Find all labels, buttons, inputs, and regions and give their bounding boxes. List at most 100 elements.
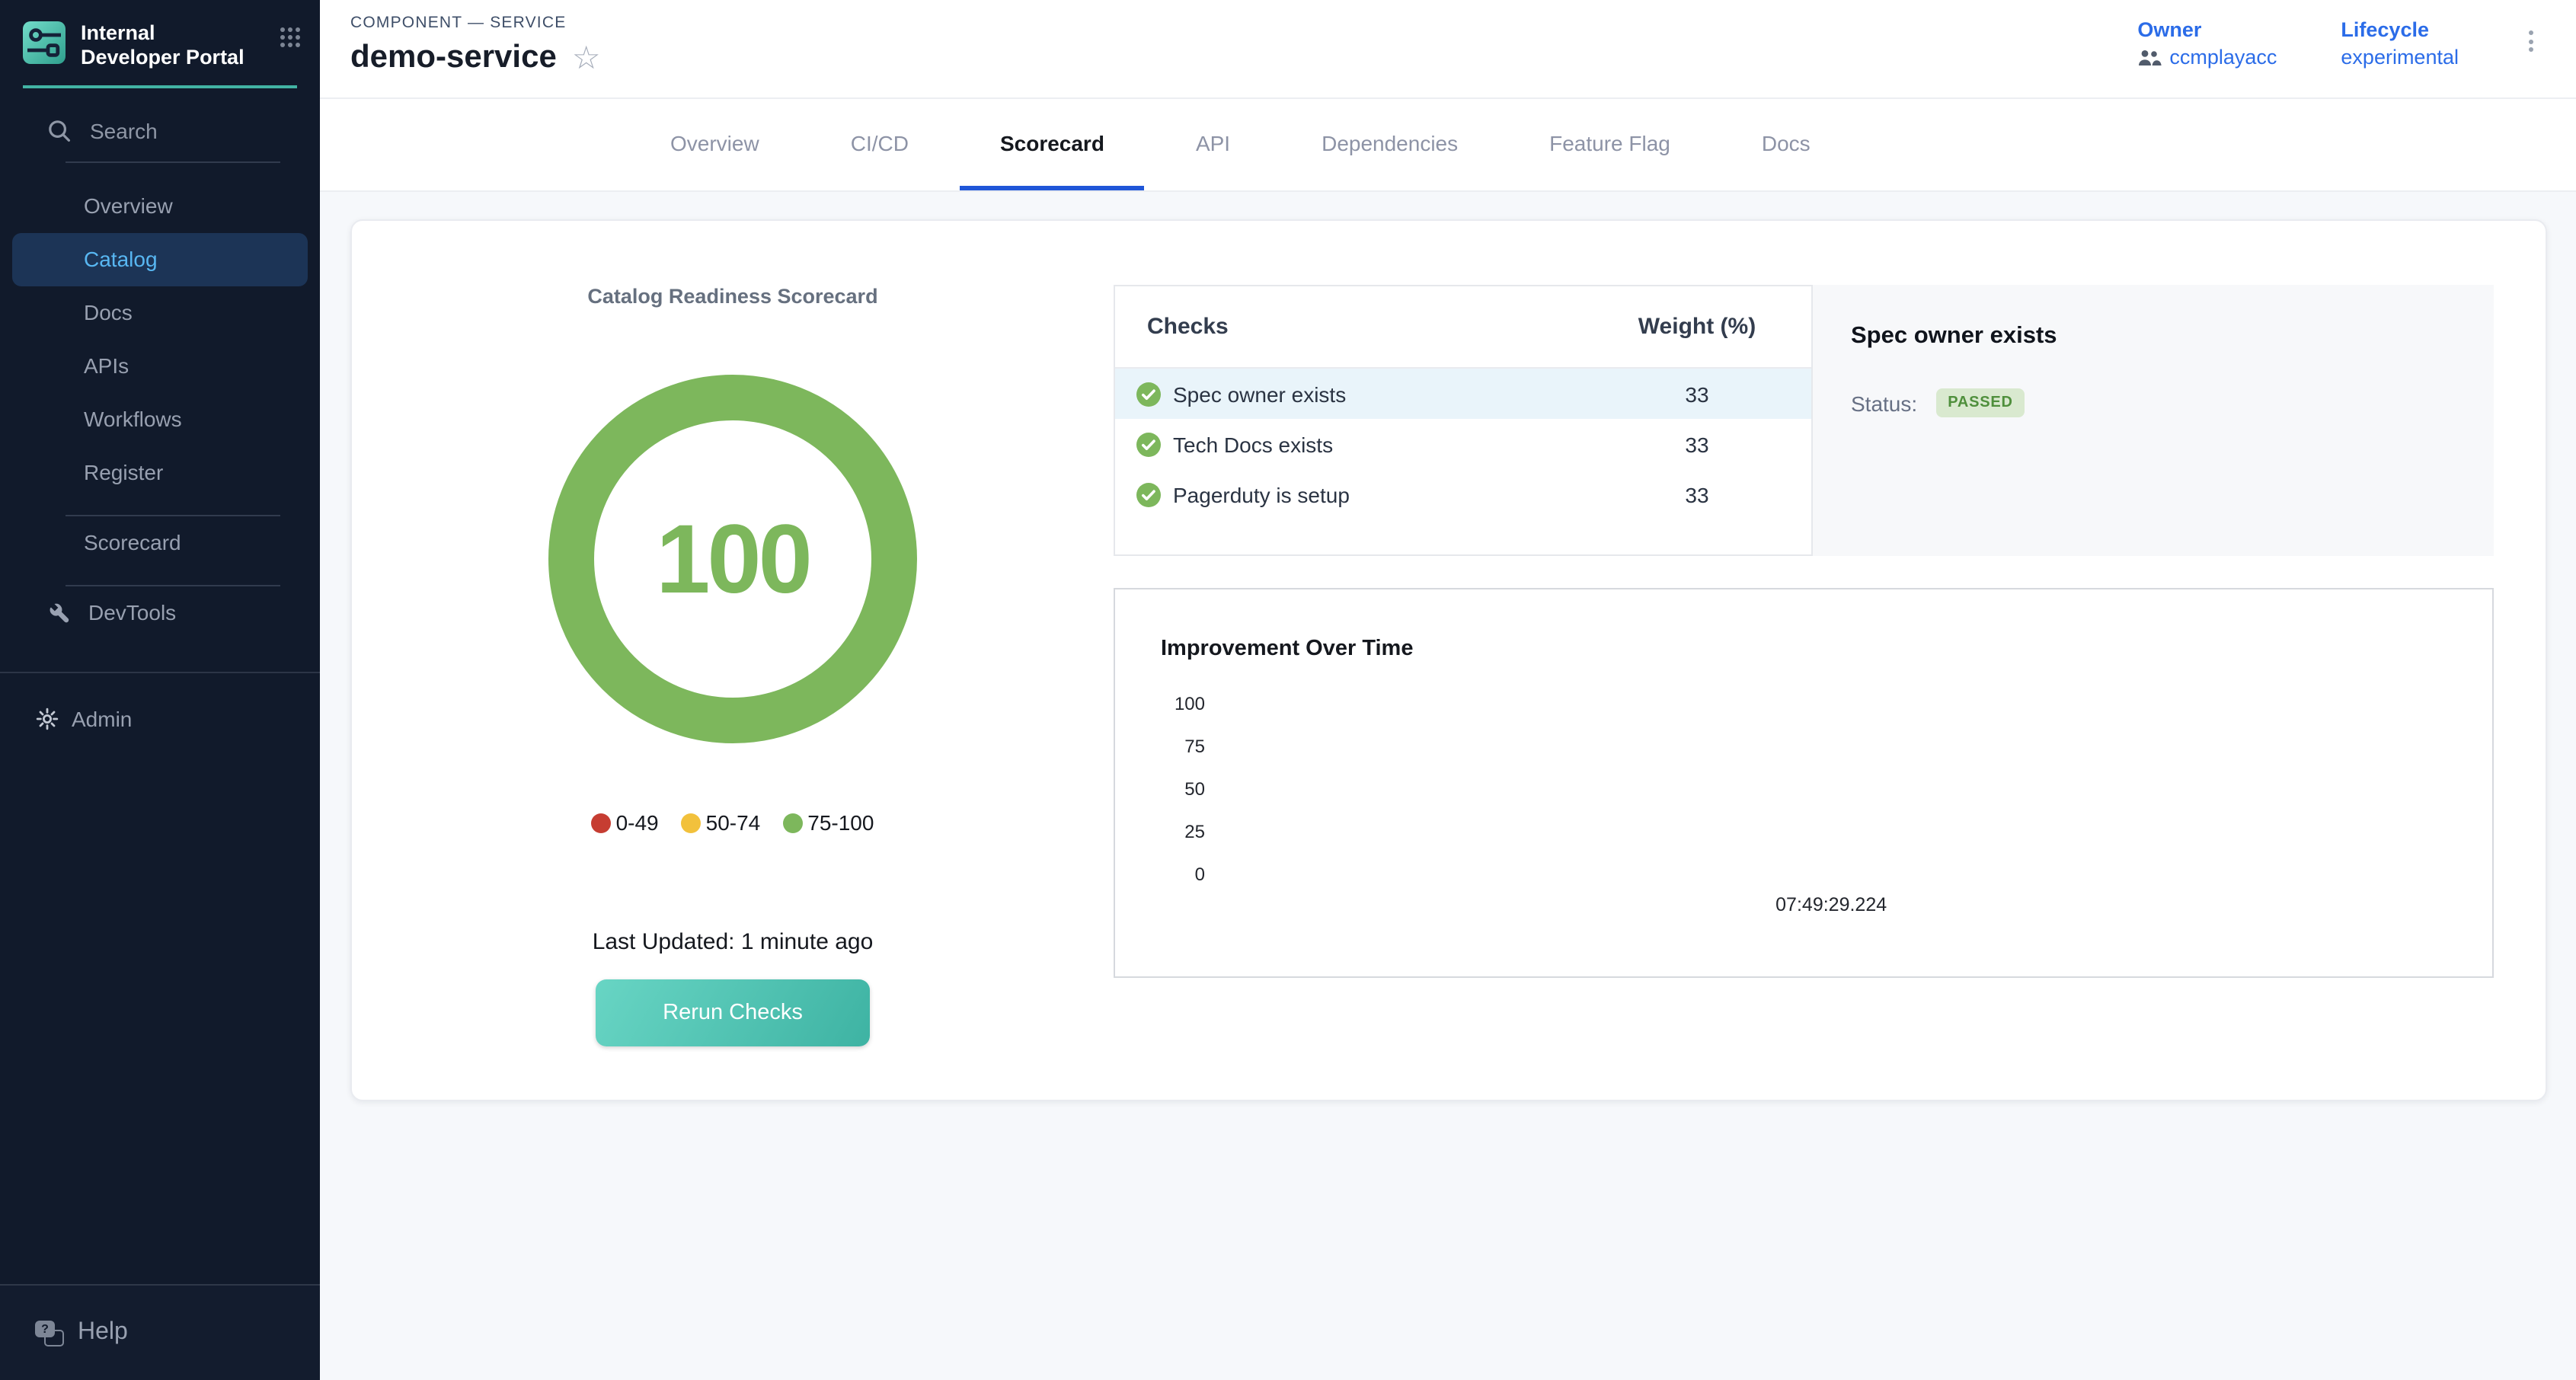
chart-y-axis: 100 75 50 25 0 [1115,682,1205,896]
sidebar-item-docs[interactable]: Docs [0,286,320,340]
last-updated-text: Last Updated: 1 minute ago [352,929,1114,955]
divider [0,672,320,673]
tab-label: API [1196,130,1230,155]
check-passed-icon [1136,382,1161,406]
sidebar-search[interactable]: Search [0,116,320,146]
help-icon: ? [35,1320,64,1346]
owner-label: Owner [2137,18,2277,41]
check-detail-title: Spec owner exists [1851,323,2494,350]
sidebar-help[interactable]: ? Help [0,1284,320,1380]
check-passed-icon [1136,482,1161,506]
sidebar-item-scorecard[interactable]: Scorecard [0,516,320,570]
tab-label: Feature Flag [1549,130,1670,155]
entity-tabs: Overview CI/CD Scorecard API Dependencie… [320,99,2576,192]
sidebar-item-label: Scorecard [84,531,181,555]
gauge-column: Catalog Readiness Scorecard 100 0-49 50-… [352,221,1114,1100]
legend-dot-red [592,813,612,832]
tab-docs[interactable]: Docs [1722,99,1850,190]
search-icon [47,119,72,143]
legend-item-low: 0-49 [592,810,659,835]
checks-column-header: Checks [1115,314,1583,340]
app-window: Internal Developer Portal Search Overvie… [0,0,2576,1380]
sidebar-item-register[interactable]: Register [0,446,320,500]
checks-column: Checks Weight (%) Spec owner exists 33 [1114,221,2546,1100]
check-detail-panel: Spec owner exists Status: PASSED [1813,285,2494,556]
legend-item-mid: 50-74 [682,810,761,835]
tab-label: Docs [1762,130,1811,155]
people-icon [2137,48,2162,66]
check-passed-icon [1136,432,1161,456]
table-row-tech-docs[interactable]: Tech Docs exists 33 [1115,419,1811,469]
sidebar-item-overview[interactable]: Overview [0,180,320,233]
sidebar-item-label: Admin [72,708,132,732]
legend-label: 0-49 [616,810,659,835]
tab-feature-flag[interactable]: Feature Flag [1510,99,1710,190]
breadcrumb: COMPONENT — SERVICE [350,14,600,32]
y-tick: 0 [1115,853,1205,896]
check-name: Tech Docs exists [1173,432,1583,456]
tab-label: CI/CD [851,130,909,155]
lifecycle-label: Lifecycle [2341,18,2459,41]
legend-label: 75-100 [807,810,874,835]
app-logo-row: Internal Developer Portal [0,0,320,72]
sidebar-item-label: Workflows [84,407,182,432]
tab-label: Scorecard [1000,130,1104,155]
favorite-star-icon[interactable]: ☆ [572,42,601,74]
score-gauge: 100 [548,375,917,743]
lifecycle-value: experimental [2341,46,2459,69]
score-legend: 0-49 50-74 75-100 [352,810,1114,835]
app-grid-icon[interactable] [279,26,302,49]
sidebar-item-admin[interactable]: Admin [0,693,320,746]
y-tick: 100 [1115,682,1205,725]
chart-title: Improvement Over Time [1161,637,1414,661]
tab-scorecard[interactable]: Scorecard [960,99,1144,190]
scorecard-title: Catalog Readiness Scorecard [352,285,1114,308]
rerun-checks-button[interactable]: Rerun Checks [596,979,870,1046]
table-row-spec-owner[interactable]: Spec owner exists 33 [1115,369,1811,419]
y-tick: 50 [1115,768,1205,810]
tab-api[interactable]: API [1156,99,1270,190]
sidebar-item-catalog[interactable]: Catalog [12,233,308,286]
main-area: COMPONENT — SERVICE demo-service ☆ Owner [320,0,2576,1380]
tab-label: Overview [670,130,759,155]
status-label: Status: [1851,391,1917,415]
y-tick: 75 [1115,725,1205,768]
sidebar-item-label: Register [84,461,163,485]
more-options-kebab-icon[interactable] [2523,21,2539,61]
page-title: demo-service [350,40,557,76]
gear-icon [35,708,59,732]
tab-overview[interactable]: Overview [631,99,799,190]
scorecard-content: Catalog Readiness Scorecard 100 0-49 50-… [320,192,2576,1380]
owner-block: Owner ccmplayacc [2137,18,2277,69]
sidebar-item-apis[interactable]: APIs [0,340,320,393]
sidebar-item-label: Overview [84,194,173,219]
sidebar-item-devtools[interactable]: DevTools [0,586,320,640]
legend-label: 50-74 [706,810,761,835]
improvement-chart: Improvement Over Time 100 75 50 25 0 07:… [1114,588,2494,978]
sidebar-accent-divider [23,85,297,88]
weight-column-header: Weight (%) [1583,314,1811,340]
check-name: Pagerduty is setup [1173,482,1583,506]
sidebar-item-workflows[interactable]: Workflows [0,393,320,446]
sidebar-item-label: Docs [84,301,133,325]
app-title: Internal Developer Portal [81,21,251,72]
tab-dependencies[interactable]: Dependencies [1282,99,1497,190]
wrench-icon [49,602,72,625]
status-badge: PASSED [1935,388,2025,417]
tab-cicd[interactable]: CI/CD [811,99,948,190]
app-logo-icon [23,21,66,64]
check-weight: 33 [1583,482,1811,506]
checks-table: Checks Weight (%) Spec owner exists 33 [1114,285,1813,556]
sidebar-item-label: DevTools [88,601,176,625]
table-row-pagerduty[interactable]: Pagerduty is setup 33 [1115,469,1811,519]
legend-dot-yellow [682,813,702,832]
x-tick: 07:49:29.224 [1775,894,1887,915]
sidebar-search-label: Search [90,119,158,143]
check-weight: 33 [1583,432,1811,456]
sidebar-item-label: APIs [84,354,129,379]
legend-item-high: 75-100 [783,810,874,835]
scorecard-card: Catalog Readiness Scorecard 100 0-49 50-… [350,219,2547,1101]
owner-link[interactable]: ccmplayacc [2169,46,2277,69]
legend-dot-green [783,813,803,832]
checks-table-header: Checks Weight (%) [1115,286,1811,369]
